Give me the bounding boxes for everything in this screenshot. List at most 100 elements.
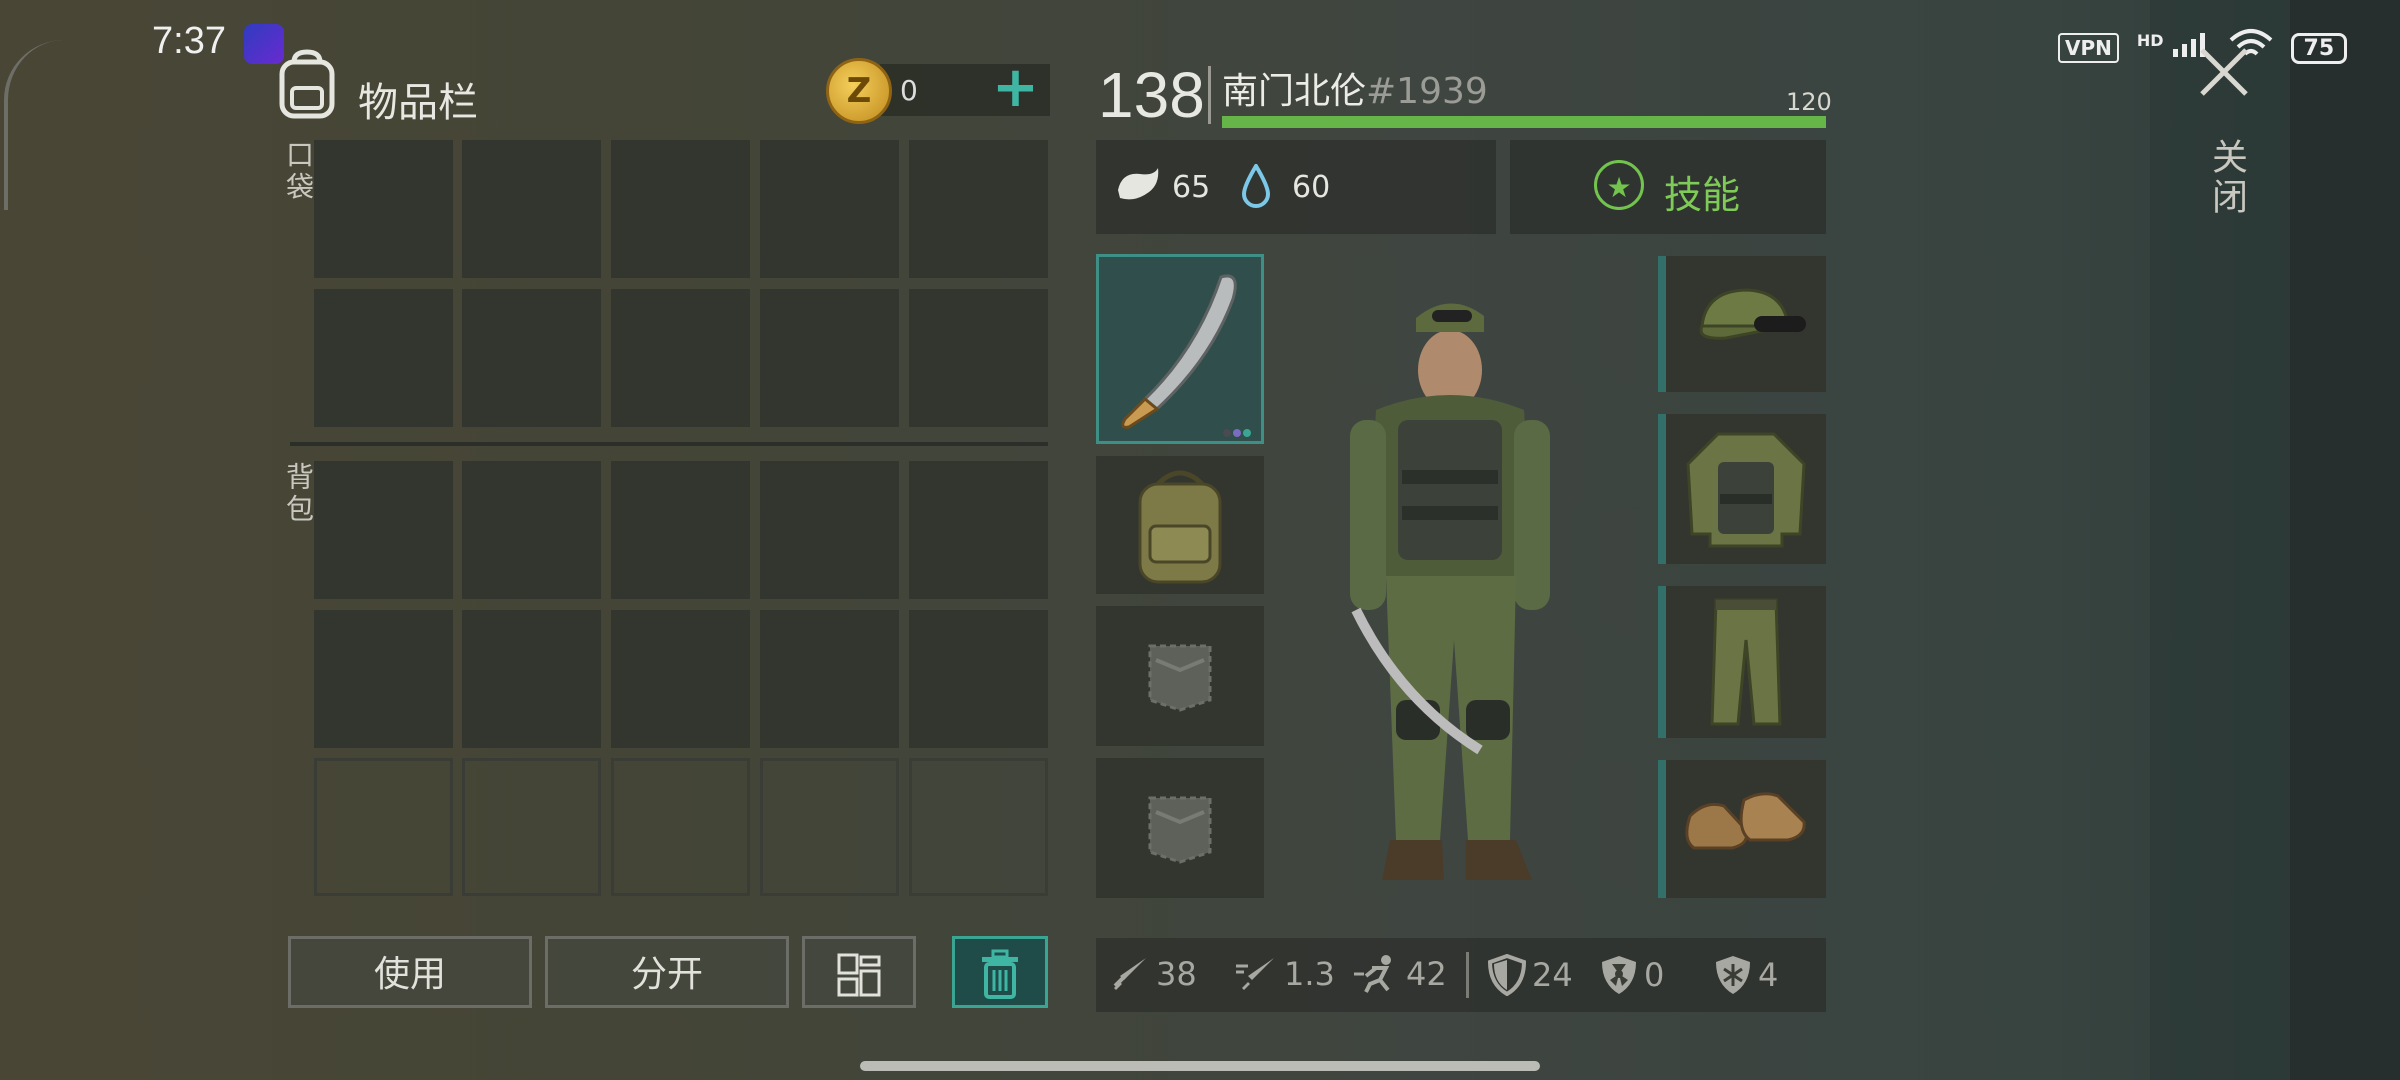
player-name: 南门北伦: [1222, 71, 1367, 112]
section-divider: [290, 442, 1048, 446]
pocket-slot[interactable]: [462, 289, 601, 427]
weapon-slot[interactable]: [1096, 254, 1264, 444]
pocket-slot[interactable]: [462, 140, 601, 278]
damage-stat: 38: [1110, 954, 1197, 994]
backpack-slot[interactable]: [760, 610, 899, 748]
pocket-slot[interactable]: [314, 289, 453, 427]
thirst-value: 60: [1292, 170, 1331, 205]
machete-icon: [1121, 274, 1251, 437]
character-model: [1320, 280, 1620, 900]
camo-pants-icon: [1710, 598, 1782, 726]
backpack-icon: [274, 48, 340, 120]
snowflake-shield-icon: [1716, 956, 1750, 994]
backpack-slot[interactable]: [909, 610, 1048, 748]
military-backpack-icon: [1138, 470, 1222, 584]
running-icon: [1354, 955, 1391, 993]
coin-count: 0: [900, 74, 918, 107]
hat-slot[interactable]: [1666, 256, 1826, 392]
pocket-slot[interactable]: [909, 289, 1048, 427]
armor-stat: 24: [1488, 954, 1573, 996]
locked-slot: [462, 758, 601, 896]
attack-speed-value: 1.3: [1284, 955, 1335, 993]
backpack-slot[interactable]: [760, 461, 899, 599]
home-indicator[interactable]: [860, 1061, 1540, 1071]
close-icon[interactable]: [2196, 44, 2252, 100]
hunger-value: 65: [1172, 170, 1211, 205]
backpack-slot[interactable]: [462, 461, 601, 599]
pocket-label: 口袋: [282, 140, 315, 204]
slot-marker: [1658, 256, 1666, 392]
locked-slot: [909, 758, 1048, 896]
use-button[interactable]: 使用: [288, 936, 532, 1008]
radiation-value: 0: [1644, 956, 1665, 994]
radiation-stat: 0: [1600, 954, 1664, 996]
move-speed-value: 42: [1406, 955, 1447, 993]
hp-bar: [1222, 116, 1826, 128]
pocket-icon: [1148, 796, 1212, 864]
pocket-slot[interactable]: [909, 140, 1048, 278]
backpack-slot-equipped[interactable]: [1096, 456, 1264, 594]
backpack-label: 背包: [282, 462, 315, 526]
battery-indicator: 75: [2290, 32, 2348, 64]
damage-value: 38: [1156, 955, 1197, 993]
coin-icon: Z: [826, 58, 892, 124]
status-time: 7:37: [152, 20, 226, 62]
skills-label[interactable]: 技能: [1664, 164, 1740, 219]
camo-cap-icon: [1699, 288, 1806, 340]
backpack-slot[interactable]: [909, 461, 1048, 599]
shield-icon: [1488, 954, 1526, 996]
backpack-slot[interactable]: [314, 610, 453, 748]
legs-slot[interactable]: [1666, 586, 1826, 738]
inventory-title: 物品栏: [358, 80, 478, 126]
pocket-icon: [1148, 644, 1212, 712]
locked-slot: [314, 758, 453, 896]
hp-value: 120: [1786, 88, 1832, 116]
boots-icon: [1685, 792, 1806, 850]
slot-marker: [1658, 760, 1666, 898]
sort-button[interactable]: [802, 936, 916, 1008]
locked-slot: [611, 758, 750, 896]
slot-marker: [1658, 586, 1666, 738]
backpack-slot[interactable]: [314, 461, 453, 599]
trash-button[interactable]: [952, 936, 1048, 1008]
add-coins-button[interactable]: +: [992, 60, 1039, 116]
pocket-slot[interactable]: [611, 289, 750, 427]
attack-speed-stat: 1.3: [1234, 954, 1335, 994]
slot-marker: [1658, 414, 1666, 564]
vpn-badge: VPN: [2058, 33, 2119, 63]
level-separator: [1208, 66, 1211, 124]
player-level: 138: [1098, 59, 1205, 131]
locked-slot: [760, 758, 899, 896]
attack-speed-icon: [1236, 958, 1274, 990]
pocket-slot[interactable]: [611, 140, 750, 278]
radiation-shield-icon: [1602, 956, 1636, 994]
cold-value: 4: [1758, 956, 1779, 994]
stats-separator: [1466, 952, 1469, 998]
pocket-slot-equipped[interactable]: [1096, 758, 1264, 898]
feet-slot[interactable]: [1666, 760, 1826, 898]
close-button-label[interactable]: 关闭: [2200, 138, 2252, 218]
pocket-slot[interactable]: [760, 140, 899, 278]
hunger-icon: [1114, 164, 1162, 212]
move-speed-stat: 42: [1352, 954, 1447, 994]
armor-value: 24: [1532, 956, 1573, 994]
water-drop-icon: [1240, 162, 1272, 212]
player-id: #1939: [1366, 71, 1488, 112]
body-slot[interactable]: [1666, 414, 1826, 564]
cold-stat: 4: [1714, 954, 1778, 996]
backpack-slot[interactable]: [611, 610, 750, 748]
pocket-slot-equipped[interactable]: [1096, 606, 1264, 746]
backpack-slot[interactable]: [611, 461, 750, 599]
player-name-row: 南门北伦#1939: [1222, 62, 1488, 114]
grid-icon: [837, 953, 881, 997]
split-button[interactable]: 分开: [545, 936, 789, 1008]
camo-jacket-icon: [1686, 432, 1806, 548]
edge-decoration: [4, 40, 68, 210]
star-icon: ★: [1594, 160, 1644, 210]
pocket-slot[interactable]: [760, 289, 899, 427]
far-right-edge: [2290, 0, 2400, 1080]
pocket-slot[interactable]: [314, 140, 453, 278]
backpack-slot[interactable]: [462, 610, 601, 748]
sword-icon: [1113, 958, 1146, 990]
trash-icon: [982, 949, 1018, 999]
